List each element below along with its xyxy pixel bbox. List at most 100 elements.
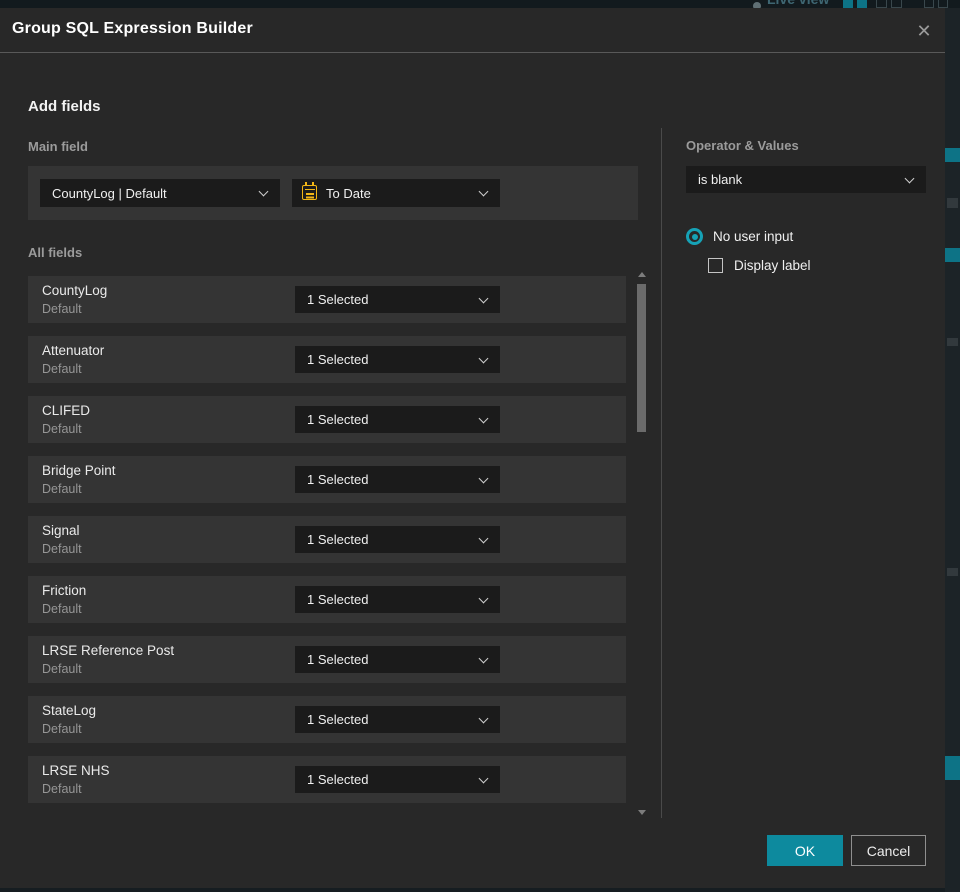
chevron-down-icon (478, 533, 489, 543)
chevron-down-icon (478, 773, 489, 783)
backdrop-toolbar-fragment (891, 0, 902, 8)
field-name: LRSE NHS (42, 763, 110, 778)
close-icon[interactable]: ✕ (909, 17, 939, 45)
field-name: LRSE Reference Post (42, 643, 175, 658)
field-name: Signal (42, 523, 80, 538)
field-selected-dropdown[interactable]: 1 Selected (295, 526, 500, 553)
field-row: Bridge Point Default 1 Selected (28, 456, 626, 503)
field-selected-value: 1 Selected (307, 772, 369, 787)
field-row: Signal Default 1 Selected (28, 516, 626, 563)
ok-button[interactable]: OK (767, 835, 843, 866)
main-field-type-value: To Date (326, 185, 371, 201)
field-sub-label: Default (42, 662, 82, 676)
chevron-down-icon (478, 186, 489, 197)
field-selected-dropdown[interactable]: 1 Selected (295, 466, 500, 493)
backdrop-fragment (945, 756, 960, 780)
field-selected-value: 1 Selected (307, 352, 369, 367)
main-field-panel: CountyLog | Default To Date (28, 166, 638, 220)
backdrop-fragment (947, 568, 958, 576)
field-row: CountyLog Default 1 Selected (28, 276, 626, 323)
vertical-divider (661, 128, 662, 818)
field-sub-label: Default (42, 362, 82, 376)
field-selected-dropdown[interactable]: 1 Selected (295, 346, 500, 373)
backdrop-right-strip (945, 8, 960, 892)
fields-list-scrollbar[interactable] (634, 270, 650, 815)
chevron-down-icon (478, 353, 489, 363)
main-field-type-dropdown[interactable]: To Date (292, 179, 500, 207)
field-row: Attenuator Default 1 Selected (28, 336, 626, 383)
chevron-down-icon (478, 293, 489, 303)
field-sub-label: Default (42, 542, 82, 556)
main-field-label: Main field (28, 139, 88, 154)
backdrop-toolbar-fragment (876, 0, 887, 8)
field-selected-dropdown[interactable]: 1 Selected (295, 406, 500, 433)
scrollbar-thumb[interactable] (637, 284, 646, 432)
operator-dropdown[interactable]: is blank (686, 166, 926, 193)
field-row: StateLog Default 1 Selected (28, 696, 626, 743)
field-selected-value: 1 Selected (307, 652, 369, 667)
field-selected-value: 1 Selected (307, 292, 369, 307)
field-selected-dropdown[interactable]: 1 Selected (295, 706, 500, 733)
field-row: CLIFED Default 1 Selected (28, 396, 626, 443)
field-name: CLIFED (42, 403, 91, 418)
operator-values-label: Operator & Values (686, 138, 799, 153)
field-selected-value: 1 Selected (307, 712, 369, 727)
field-selected-value: 1 Selected (307, 532, 369, 547)
group-sql-expression-builder-dialog: Group SQL Expression Builder ✕ Add field… (0, 8, 945, 888)
main-field-dropdown-value: CountyLog | Default (52, 185, 167, 201)
field-selected-dropdown[interactable]: 1 Selected (295, 586, 500, 613)
field-selected-value: 1 Selected (307, 472, 369, 487)
cancel-button[interactable]: Cancel (851, 835, 926, 866)
field-row: LRSE Reference Post Default 1 Selected (28, 636, 626, 683)
chevron-down-icon (478, 653, 489, 663)
field-sub-label: Default (42, 422, 82, 436)
field-name: Bridge Point (42, 463, 116, 478)
no-user-input-label: No user input (713, 229, 794, 244)
chevron-down-icon (478, 413, 489, 423)
field-selected-dropdown[interactable]: 1 Selected (295, 766, 500, 793)
backdrop-toolbar-fragment (843, 0, 853, 8)
scroll-up-arrow-icon[interactable] (638, 272, 646, 277)
backdrop-toolbar-fragment (938, 0, 948, 8)
add-fields-heading: Add fields (28, 98, 101, 115)
field-name: StateLog (42, 703, 97, 718)
field-selected-dropdown[interactable]: 1 Selected (295, 286, 500, 313)
dialog-header: Group SQL Expression Builder ✕ (0, 8, 945, 53)
no-user-input-radio[interactable] (686, 228, 703, 245)
live-view-label: Live view (767, 0, 829, 7)
chevron-down-icon (904, 173, 915, 183)
field-name: Friction (42, 583, 87, 598)
main-field-dropdown[interactable]: CountyLog | Default (40, 179, 280, 207)
field-selected-value: 1 Selected (307, 592, 369, 607)
field-name: CountyLog (42, 283, 108, 298)
field-sub-label: Default (42, 782, 82, 796)
calendar-icon (302, 181, 317, 200)
backdrop-fragment (945, 148, 960, 162)
backdrop-fragment (947, 198, 958, 208)
scroll-down-arrow-icon[interactable] (638, 810, 646, 815)
all-fields-label: All fields (28, 245, 83, 260)
field-selected-dropdown[interactable]: 1 Selected (295, 646, 500, 673)
no-user-input-option[interactable]: No user input (686, 228, 793, 245)
field-selected-value: 1 Selected (307, 412, 369, 427)
field-sub-label: Default (42, 602, 82, 616)
backdrop-toolbar-fragment (857, 0, 867, 8)
backdrop-fragment (947, 338, 958, 346)
field-row: Friction Default 1 Selected (28, 576, 626, 623)
field-sub-label: Default (42, 302, 82, 316)
field-sub-label: Default (42, 722, 82, 736)
display-label-option[interactable]: Display label (708, 258, 811, 273)
chevron-down-icon (258, 186, 269, 197)
chevron-down-icon (478, 593, 489, 603)
chevron-down-icon (478, 473, 489, 483)
backdrop-fragment (945, 248, 960, 262)
chevron-down-icon (478, 713, 489, 723)
field-row: LRSE NHS Default 1 Selected (28, 756, 626, 803)
field-name: Attenuator (42, 343, 105, 358)
display-label-checkbox[interactable] (708, 258, 723, 273)
field-sub-label: Default (42, 482, 82, 496)
operator-dropdown-value: is blank (698, 172, 743, 187)
dialog-title: Group SQL Expression Builder (12, 20, 253, 37)
backdrop-toolbar-fragment (924, 0, 934, 8)
backdrop-top-strip: Live view (0, 0, 960, 8)
